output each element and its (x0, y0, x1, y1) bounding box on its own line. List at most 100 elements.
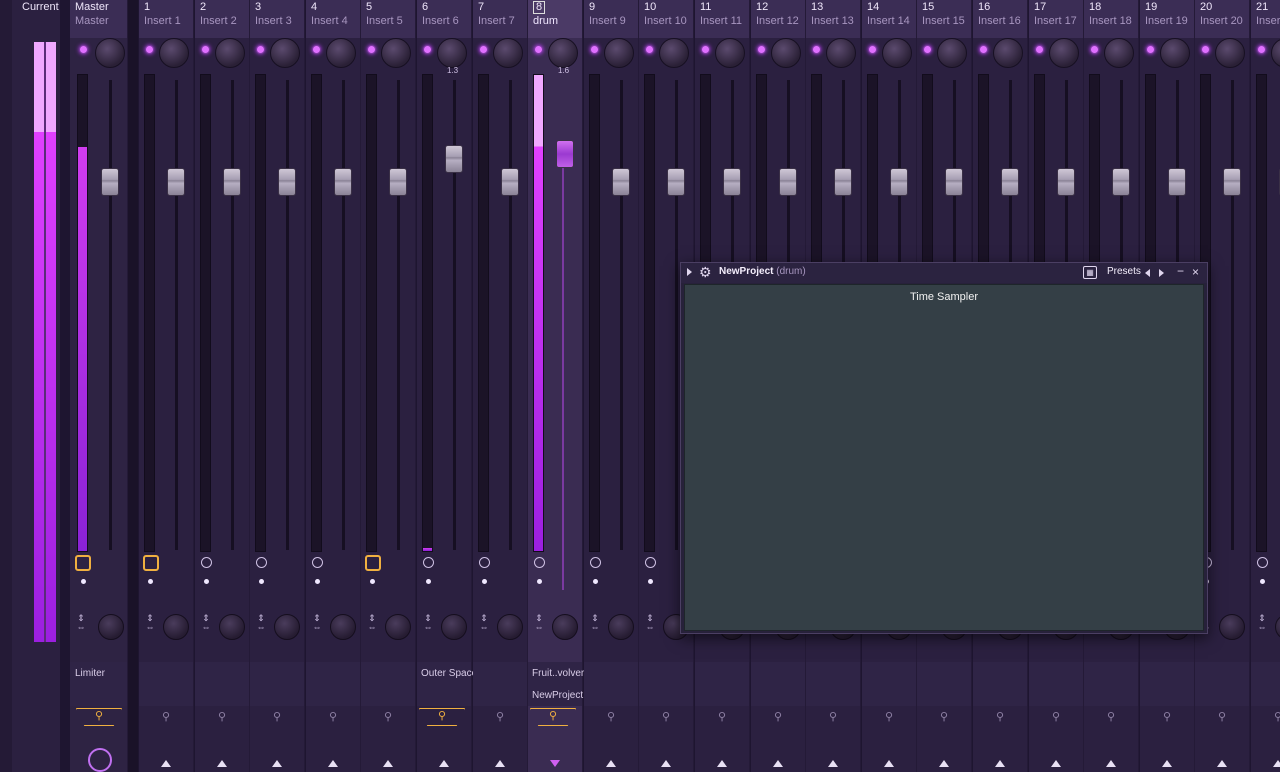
insert-route-arrow-icon[interactable] (495, 760, 505, 767)
insert-volume-fader[interactable] (167, 168, 185, 196)
insert-fx-area[interactable] (751, 662, 805, 706)
insert-fx-area[interactable] (639, 662, 693, 706)
insert-stereo-arrows-icon[interactable]: ⇕⇔ (532, 614, 546, 632)
insert-stereo-arrows-icon[interactable]: ⇕⇔ (143, 614, 157, 632)
insert-mute-dot[interactable] (370, 579, 375, 584)
insert-clock-icon[interactable] (423, 557, 434, 568)
insert-enable-toggle[interactable] (1035, 45, 1044, 54)
insert-fx-slot-2[interactable]: NewProject (532, 690, 583, 701)
insert-route-icon[interactable]: ⚲ (1161, 710, 1173, 724)
insert-enable-toggle[interactable] (923, 45, 932, 54)
insert-strip[interactable]: 2 Insert 2 ⇕ ⇔ ⚲ (195, 0, 250, 772)
insert-stereo-knob[interactable] (274, 614, 300, 640)
insert-header[interactable]: 14 Insert 14 (862, 0, 916, 38)
insert-stereo-arrows-icon[interactable]: ⇕⇔ (199, 614, 213, 632)
insert-volume-fader[interactable] (667, 168, 685, 196)
insert-clock-icon[interactable] (645, 557, 656, 568)
insert-enable-toggle[interactable] (868, 45, 877, 54)
insert-pan-knob[interactable] (1104, 38, 1134, 68)
insert-enable-toggle[interactable] (312, 45, 321, 54)
insert-pan-knob[interactable] (437, 38, 467, 68)
insert-clock-icon[interactable] (312, 557, 323, 568)
insert-strip[interactable]: 6 Insert 6 1.3 ⇕ ⇔ Outer Space ⚲ (417, 0, 477, 772)
insert-enable-toggle[interactable] (201, 45, 210, 54)
insert-volume-fader[interactable] (556, 140, 574, 168)
insert-fx-area[interactable] (584, 662, 638, 706)
preset-prev-icon[interactable] (1145, 269, 1150, 277)
insert-enable-toggle[interactable] (1146, 45, 1155, 54)
insert-volume-fader[interactable] (834, 168, 852, 196)
insert-volume-fader[interactable] (1223, 168, 1241, 196)
insert-pan-knob[interactable] (326, 38, 356, 68)
insert-strip[interactable]: 21 Insert 21 ⇕⇔ ⚲ (1251, 0, 1280, 772)
insert-header[interactable]: 8 drum (528, 0, 582, 38)
insert-header[interactable]: 13 Insert 13 (806, 0, 860, 38)
insert-pan-knob[interactable] (826, 38, 856, 68)
insert-stereo-knob[interactable] (552, 614, 578, 640)
insert-stereo-knob[interactable] (330, 614, 356, 640)
insert-stereo-knob[interactable] (385, 614, 411, 640)
insert-mute-dot[interactable] (426, 579, 431, 584)
insert-route-icon[interactable]: ⚲ (382, 710, 394, 724)
insert-volume-fader[interactable] (612, 168, 630, 196)
plugin-window[interactable]: ⚙ NewProject (drum) ▦ Presets − × Time S… (680, 262, 1208, 634)
insert-pan-knob[interactable] (1215, 38, 1245, 68)
plugin-menu-arrow-icon[interactable] (687, 268, 692, 276)
insert-header[interactable]: 15 Insert 15 (917, 0, 971, 38)
insert-pan-knob[interactable] (993, 38, 1023, 68)
insert-stereo-knob[interactable] (1219, 614, 1245, 640)
insert-pan-knob[interactable] (493, 38, 523, 68)
insert-fx-area[interactable] (695, 662, 749, 706)
insert-pan-knob[interactable] (1160, 38, 1190, 68)
insert-fx-area[interactable] (1029, 662, 1083, 706)
insert-clock-icon[interactable] (1257, 557, 1268, 568)
insert-fx-area[interactable] (473, 662, 527, 706)
insert-pan-knob[interactable] (659, 38, 689, 68)
insert-fx-slot[interactable]: Fruit..volver (532, 668, 584, 679)
insert-mute-dot[interactable] (593, 579, 598, 584)
insert-enable-toggle[interactable] (812, 45, 821, 54)
insert-clock-icon[interactable] (201, 557, 212, 568)
insert-stereo-arrows-icon[interactable]: ⇕⇔ (1255, 614, 1269, 632)
insert-header[interactable]: 12 Insert 12 (751, 0, 805, 38)
insert-route-arrow-icon[interactable] (717, 760, 727, 767)
insert-fx-area[interactable] (1251, 662, 1280, 706)
insert-volume-fader[interactable] (334, 168, 352, 196)
insert-enable-toggle[interactable] (367, 45, 376, 54)
insert-route-arrow-icon[interactable] (884, 760, 894, 767)
insert-header[interactable]: 9 Insert 9 (584, 0, 638, 38)
insert-header[interactable]: 2 Insert 2 (195, 0, 249, 38)
insert-route-icon[interactable]: ⚲ (772, 710, 784, 724)
insert-route-arrow-icon[interactable] (1273, 760, 1280, 767)
insert-route-arrow-icon[interactable] (217, 760, 227, 767)
insert-route-arrow-icon[interactable] (328, 760, 338, 767)
insert-route-icon[interactable]: ⚲ (1050, 710, 1062, 724)
insert-pan-knob[interactable] (715, 38, 745, 68)
insert-route-arrow-icon[interactable] (939, 760, 949, 767)
insert-stereo-arrows-icon[interactable]: ⇕⇔ (310, 614, 324, 632)
insert-stereo-arrows-icon[interactable]: ⇕⇔ (588, 614, 602, 632)
insert-fx-area[interactable] (1084, 662, 1138, 706)
insert-strip[interactable]: 5 Insert 5 ⇕ ⇔ ⚲ (361, 0, 416, 772)
insert-strip[interactable]: 7 Insert 7 ⇕ ⇔ ⚲ (473, 0, 528, 772)
insert-route-arrow-icon[interactable] (550, 760, 560, 767)
insert-route-arrow-icon[interactable] (773, 760, 783, 767)
insert-volume-fader[interactable] (389, 168, 407, 196)
insert-stereo-arrows-icon[interactable]: ⇕⇔ (643, 614, 657, 632)
insert-volume-fader[interactable] (501, 168, 519, 196)
insert-volume-fader[interactable] (890, 168, 908, 196)
insert-route-arrow-icon[interactable] (995, 760, 1005, 767)
insert-route-icon[interactable]: ⚲ (419, 708, 465, 726)
insert-stereo-arrows-icon[interactable]: ⇕⇔ (365, 614, 379, 632)
insert-mute-dot[interactable] (315, 579, 320, 584)
insert-enable-toggle[interactable] (479, 45, 488, 54)
insert-route-arrow-icon[interactable] (1051, 760, 1061, 767)
insert-fx-area[interactable] (1140, 662, 1194, 706)
insert-stereo-knob[interactable] (219, 614, 245, 640)
insert-volume-fader[interactable] (1168, 168, 1186, 196)
insert-fx-area[interactable] (250, 662, 304, 706)
insert-header[interactable]: 10 Insert 10 (639, 0, 693, 38)
preset-next-icon[interactable] (1159, 269, 1164, 277)
insert-enable-toggle[interactable] (1201, 45, 1210, 54)
insert-route-icon[interactable]: ⚲ (1216, 710, 1228, 724)
